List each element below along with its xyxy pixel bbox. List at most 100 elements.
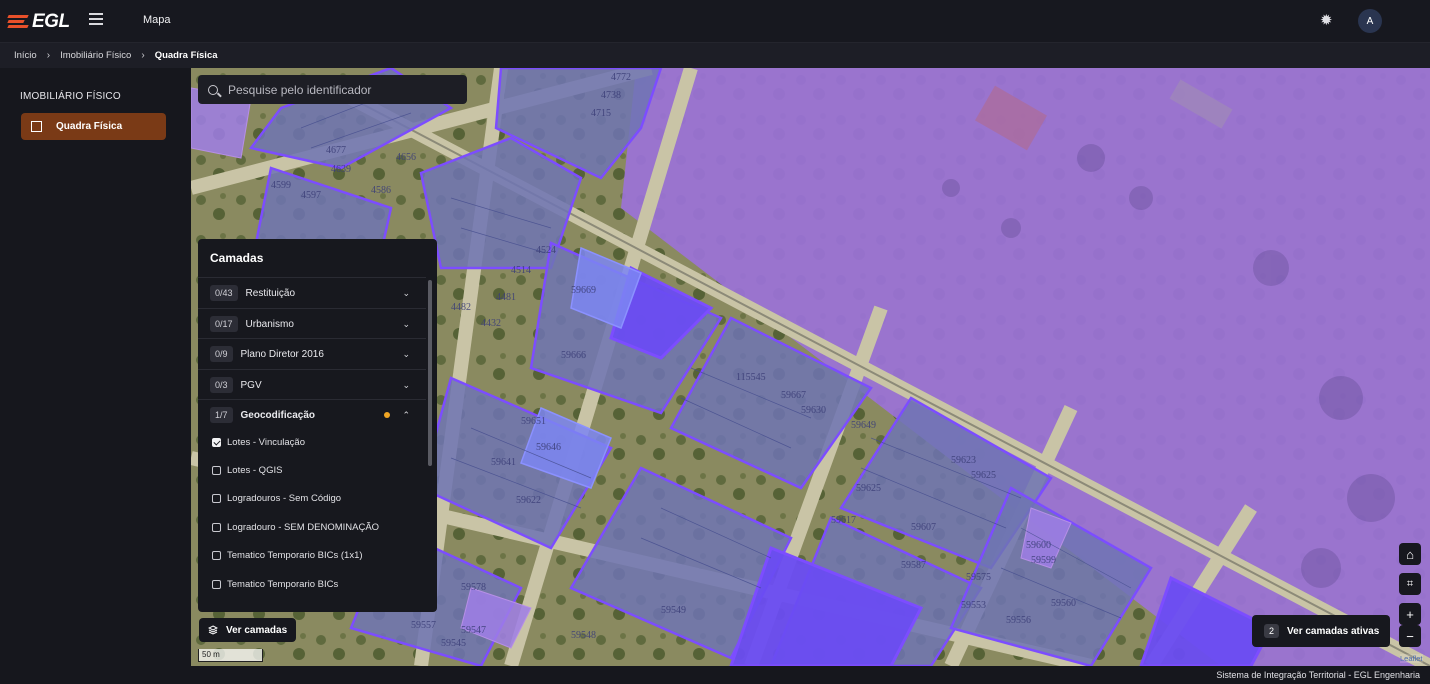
layer-group-label: PGV	[240, 379, 262, 391]
layer-logradouros-sem-codigo[interactable]: Logradouros - Sem Código	[212, 493, 341, 504]
zoom-in-button[interactable]: +	[1399, 603, 1421, 625]
layers-panel: Camadas 0/43 Restituição ⌄ 0/17 Urbanism…	[198, 239, 437, 612]
lot-number-label: 59545	[441, 638, 466, 649]
lot-number-label: 59607	[911, 522, 936, 533]
lot-number-label: 4481	[496, 292, 516, 303]
layer-checkbox[interactable]	[212, 466, 221, 475]
layer-group-pgv[interactable]: 0/3 PGV ⌄	[198, 369, 426, 400]
chevron-down-icon: ⌄	[402, 379, 410, 390]
active-layers-label: Ver camadas ativas	[1287, 625, 1380, 637]
lot-number-label: 59556	[1006, 615, 1031, 626]
layer-label: Tematico Temporario BICs	[227, 579, 339, 590]
layer-group-plano-diretor[interactable]: 0/9 Plano Diretor 2016 ⌄	[198, 338, 426, 369]
layer-group-restituicao[interactable]: 0/43 Restituição ⌄	[198, 277, 426, 308]
lot-number-label: 59587	[901, 560, 926, 571]
layer-group-urbanismo[interactable]: 0/17 Urbanismo ⌄	[198, 308, 426, 339]
layer-group-label: Plano Diretor 2016	[240, 348, 324, 360]
layer-label: Logradouro - SEM DENOMINAÇÃO	[227, 522, 380, 533]
breadcrumb: Início › Imobiliário Físico › Quadra Fís…	[0, 42, 1430, 68]
home-view-icon[interactable]: ⌂	[1399, 543, 1421, 565]
layer-lotes-vinculacao[interactable]: Lotes - Vinculação	[212, 437, 305, 448]
layers-panel-scrollbar[interactable]	[428, 280, 432, 466]
page-title: Mapa	[143, 14, 171, 26]
lot-number-label: 59600	[1026, 540, 1051, 551]
layer-group-label: Urbanismo	[245, 318, 294, 330]
lot-number-label: 115545	[736, 372, 766, 383]
lot-number-label: 59557	[411, 620, 436, 631]
ver-camadas-label: Ver camadas	[226, 624, 288, 636]
lot-number-label: 59625	[856, 483, 881, 494]
lot-number-label: 4715	[591, 108, 611, 119]
lot-number-label: 59549	[661, 605, 686, 616]
lot-number-label: 4677	[326, 145, 346, 156]
search-input[interactable]: Pesquise pelo identificador	[198, 75, 467, 104]
lot-number-label: 59630	[801, 405, 826, 416]
hamburger-menu-icon[interactable]	[89, 13, 103, 25]
chevron-right-icon: ›	[46, 50, 51, 61]
breadcrumb-imobiliario[interactable]: Imobiliário Físico	[60, 50, 131, 61]
map-scale-bar: 50 m	[198, 649, 263, 662]
lot-number-label: 59669	[571, 285, 596, 296]
lot-number-label: 59553	[961, 600, 986, 611]
search-icon	[208, 84, 218, 95]
layer-label: Lotes - QGIS	[227, 465, 283, 476]
layer-count-badge: 0/9	[210, 346, 233, 362]
layer-count-badge: 0/43	[210, 285, 238, 301]
lot-number-label: 59666	[561, 350, 586, 361]
leaflet-attribution[interactable]: Leaflet	[1400, 654, 1423, 663]
layer-tematico-bics-1x1[interactable]: Tematico Temporario BICs (1x1)	[212, 550, 363, 561]
layer-label: Tematico Temporario BICs (1x1)	[227, 550, 363, 561]
layer-checkbox[interactable]	[212, 580, 221, 589]
layer-group-geocodificacao[interactable]: 1/7 Geocodificação ⌃	[198, 399, 426, 430]
chevron-up-icon: ⌃	[402, 409, 410, 420]
lot-number-label: 59649	[851, 420, 876, 431]
layer-checkbox[interactable]	[212, 551, 221, 560]
sidebar: IMOBILIÁRIO FÍSICO Quadra Física	[0, 68, 191, 666]
layer-checkbox[interactable]	[212, 494, 221, 503]
egl-logo[interactable]: EGL	[7, 11, 70, 33]
lot-number-label: 4524	[536, 245, 556, 256]
layer-logradouro-sem-denominacao[interactable]: Logradouro - SEM DENOMINAÇÃO	[212, 522, 379, 533]
lot-number-label: 4599	[271, 180, 291, 191]
lot-number-label: 4772	[611, 72, 631, 83]
chevron-right-icon: ›	[141, 50, 145, 61]
logo-text: EGL	[32, 11, 70, 32]
lot-number-label: 59599	[1031, 555, 1056, 566]
lot-number-label: 59646	[536, 442, 561, 453]
active-indicator-dot	[384, 412, 391, 418]
layer-checkbox[interactable]	[212, 523, 221, 532]
layer-tematico-bics[interactable]: Tematico Temporario BICs	[212, 579, 338, 590]
lot-number-label: 4432	[481, 318, 501, 329]
layer-label: Logradouros - Sem Código	[227, 493, 342, 504]
crop-square-icon	[31, 121, 42, 132]
layer-lotes-qgis[interactable]: Lotes - QGIS	[212, 465, 282, 476]
sidebar-heading: IMOBILIÁRIO FÍSICO	[20, 91, 121, 102]
layer-label: Lotes - Vinculação	[227, 437, 305, 448]
layer-count-badge: 1/7	[210, 407, 233, 423]
layer-count-badge: 0/3	[210, 377, 233, 393]
lot-number-label: 59623	[951, 455, 976, 466]
breadcrumb-home[interactable]: Início	[14, 50, 37, 61]
layer-group-label: Restituição	[245, 287, 295, 299]
lot-number-label: 4586	[371, 185, 391, 196]
layers-panel-title: Camadas	[210, 251, 264, 265]
lot-number-label: 59617	[831, 515, 856, 526]
footer: Sistema de Integração Territorial - EGL …	[0, 666, 1430, 683]
lot-number-label: 4514	[511, 265, 531, 276]
ver-camadas-button[interactable]: Ver camadas	[199, 618, 296, 642]
lot-number-label: 59622	[516, 495, 541, 506]
lot-number-label: 59547	[461, 625, 486, 636]
settings-gear-icon[interactable]: ✹	[1320, 13, 1333, 28]
sidebar-item-quadra-fisica[interactable]: Quadra Física	[21, 113, 166, 140]
sidebar-item-label: Quadra Física	[56, 121, 123, 132]
user-avatar[interactable]: A	[1358, 9, 1382, 33]
layers-icon	[208, 625, 218, 635]
lot-number-label: 59548	[571, 630, 596, 641]
zoom-out-button[interactable]: −	[1399, 625, 1421, 647]
breadcrumb-current: Quadra Física	[154, 50, 218, 61]
layer-checkbox[interactable]	[212, 438, 221, 447]
logo-mark-icon	[7, 15, 30, 29]
layer-count-badge: 0/17	[210, 316, 238, 332]
ver-camadas-ativas-button[interactable]: 2 Ver camadas ativas	[1252, 615, 1390, 647]
crop-tool-icon[interactable]: ⌗	[1399, 573, 1421, 595]
